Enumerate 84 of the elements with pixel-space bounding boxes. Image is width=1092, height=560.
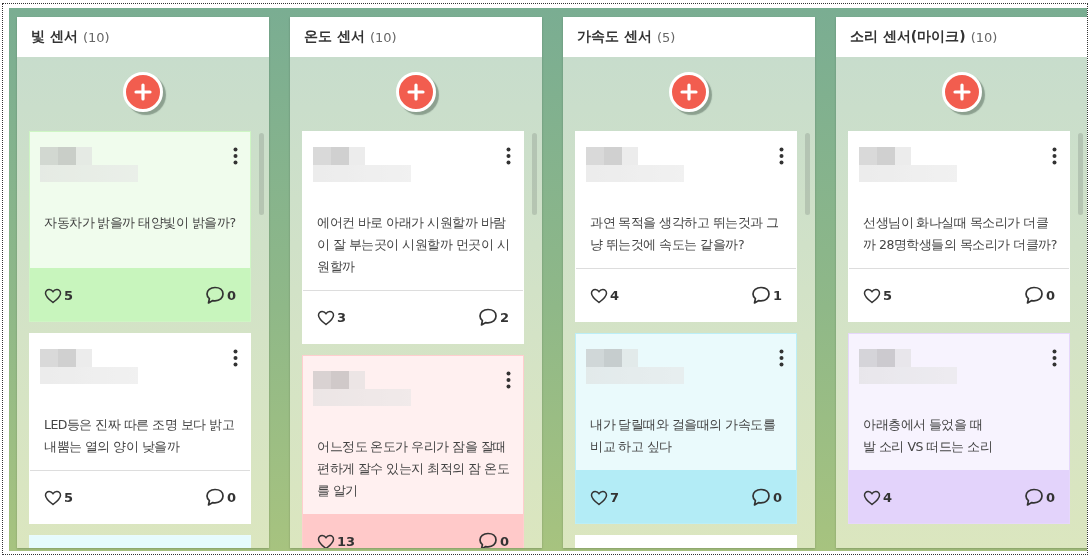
column-title: 가속도 센서 (577, 28, 652, 46)
post-card[interactable]: 자동차가 밝을까 태양빛이 밝을까? 5 0 (29, 131, 251, 322)
plus-icon (953, 83, 971, 101)
comment-count: 0 (226, 287, 236, 303)
scrollbar[interactable] (532, 133, 537, 215)
post-text: 아래층에서 들었을 때 발 소리 VS 떠드는 소리 (862, 416, 994, 456)
post-count: (10) (82, 29, 110, 45)
heart-icon (44, 286, 62, 304)
comment-icon (750, 487, 771, 507)
scrollbar[interactable] (805, 133, 810, 215)
like-count: 7 (610, 489, 620, 505)
comment-count: 1 (772, 287, 782, 303)
heart-icon (317, 532, 335, 548)
post-text: 내가 달릴때와 걸을때의 가속도를 비교 하고 싶다 (589, 416, 777, 456)
comment-icon (204, 285, 225, 305)
more-icon (779, 349, 784, 367)
add-post-button[interactable] (123, 72, 163, 112)
more-icon (1052, 349, 1057, 367)
add-post-button[interactable] (942, 72, 982, 112)
comment-icon (1023, 487, 1044, 507)
post-card[interactable]: 과연 목적을 생각하고 뛰는것과 그냥 뛰는것에 속도는 같을까? 4 1 (575, 131, 797, 322)
more-icon (233, 147, 238, 165)
heart-icon (44, 488, 62, 506)
comment-count: 0 (1045, 489, 1055, 505)
post-text: 선생님이 화나실때 목소리가 더클까 28명학생들의 목소리가 더클까? (862, 214, 1058, 254)
plus-icon (680, 83, 698, 101)
comment-icon (477, 531, 498, 548)
heart-icon (863, 286, 881, 304)
post-text: 어느정도 온도가 우리가 잠을 잘때 편하게 잘수 있는지 최적의 잠 온도를 알기 (316, 438, 511, 500)
post-text: 에어컨 바로 아래가 시원할까 바람이 잘 부는곳이 시원할까 먼곳이 시원할까 (316, 214, 511, 276)
add-post-button[interactable] (396, 72, 436, 112)
column-title: 소리 센서(마이크) (850, 28, 966, 46)
plus-icon (134, 83, 152, 101)
more-options-button[interactable] (233, 147, 238, 165)
post-count: (5) (656, 29, 676, 45)
comment-count: 2 (499, 309, 509, 325)
post-card[interactable]: 내가 달릴때와 걸을때의 가속도를 비교 하고 싶다 7 0 (575, 333, 797, 524)
comment-count: 0 (226, 489, 236, 505)
more-options-button[interactable] (233, 349, 238, 367)
comment-icon (750, 285, 771, 305)
post-text: 자동차가 밝을까 태양빛이 밝을까? (43, 214, 237, 232)
post-text: LED등은 진짜 따른 조명 보다 밝고 내뿜는 열의 양이 낮을까 (43, 416, 236, 456)
comment-count: 0 (772, 489, 782, 505)
scrollbar[interactable] (259, 133, 264, 215)
more-options-button[interactable] (779, 349, 784, 367)
add-post-button[interactable] (669, 72, 709, 112)
plus-icon (407, 83, 425, 101)
more-options-button[interactable] (1052, 147, 1057, 165)
column-title: 온도 센서 (304, 28, 365, 46)
like-count: 5 (64, 489, 74, 505)
like-count: 3 (337, 309, 347, 325)
post-text: 과연 목적을 생각하고 뛰는것과 그냥 뛰는것에 속도는 같을까? (589, 214, 780, 254)
comment-count: 0 (499, 533, 509, 548)
post-card[interactable]: LED등은 진짜 따른 조명 보다 밝고 내뿜는 열의 양이 낮을까 5 0 (29, 333, 251, 524)
post-count: (10) (970, 29, 998, 45)
more-options-button[interactable] (1052, 349, 1057, 367)
like-count: 4 (610, 287, 620, 303)
post-card[interactable]: 아래층에서 들었을 때 발 소리 VS 떠드는 소리 4 0 (848, 333, 1070, 524)
like-count: 4 (883, 489, 893, 505)
comment-icon (1023, 285, 1044, 305)
post-count: (10) (369, 29, 397, 45)
heart-icon (590, 488, 608, 506)
heart-icon (863, 488, 881, 506)
more-icon (779, 147, 784, 165)
comment-icon (204, 487, 225, 507)
like-count: 13 (337, 533, 356, 548)
scrollbar[interactable] (1078, 133, 1083, 215)
more-icon (506, 371, 511, 389)
heart-icon (590, 286, 608, 304)
more-icon (233, 349, 238, 367)
more-icon (506, 147, 511, 165)
more-options-button[interactable] (779, 147, 784, 165)
post-card[interactable]: 어느정도 온도가 우리가 잠을 잘때 편하게 잘수 있는지 최적의 잠 온도를 알기 13 0 (302, 355, 524, 548)
comment-icon (477, 307, 498, 327)
like-count: 5 (883, 287, 893, 303)
more-icon (1052, 147, 1057, 165)
more-options-button[interactable] (506, 147, 511, 165)
like-count: 5 (64, 287, 74, 303)
comment-count: 0 (1045, 287, 1055, 303)
column-title: 빛 센서 (31, 28, 78, 46)
post-card[interactable]: 선생님이 화나실때 목소리가 더클까 28명학생들의 목소리가 더클까? 5 0 (848, 131, 1070, 322)
post-card[interactable]: 에어컨 바로 아래가 시원할까 바람이 잘 부는곳이 시원할까 먼곳이 시원할까 3 2 (302, 131, 524, 344)
heart-icon (317, 308, 335, 326)
more-options-button[interactable] (506, 371, 511, 389)
